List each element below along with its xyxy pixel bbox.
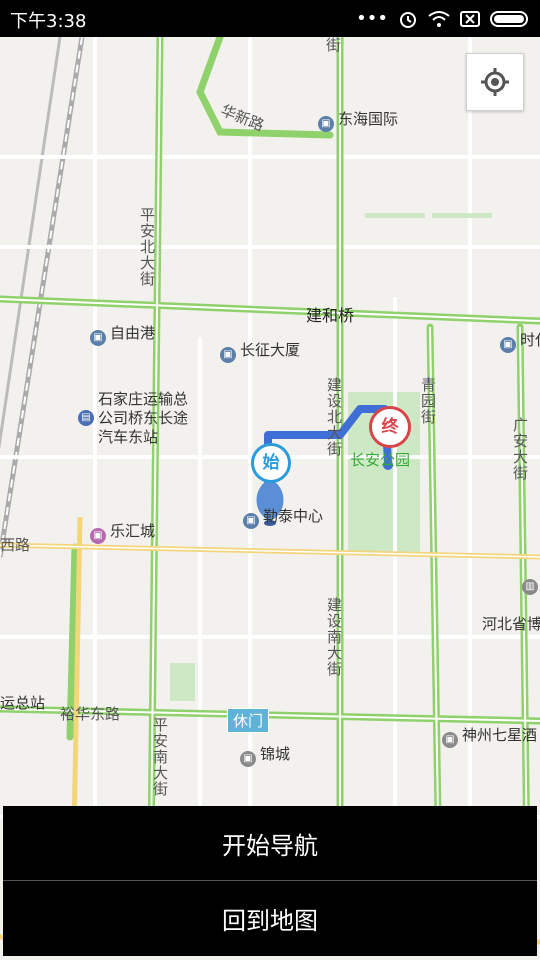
metro-station-badge[interactable]: 休门 [227,708,270,733]
poi-bus-station[interactable]: ▤ 石家庄运输总公司桥东长途汽车东站 [78,390,200,447]
building-icon: ▣ [240,751,256,767]
road-label-jianshe-north: 建设北大街 [325,377,343,457]
back-to-map-button[interactable]: 回到地图 [3,881,537,955]
locate-target-icon [481,68,509,96]
road-label-pingan-south: 平安南大街 [151,717,169,797]
poi-ziyougang[interactable]: ▣ 自由港 [90,322,155,346]
road-label-jianshe-south: 建设南大街 [325,597,343,677]
poi-hebei[interactable]: ▥ 河北省博 [482,579,540,634]
building-icon: ▣ [500,337,516,353]
road-label-qingyuan: 青园街 [419,377,437,425]
road-label-west: 西路 [0,536,31,554]
start-navigation-button[interactable]: 开始导航 [3,806,537,880]
building-icon: ▣ [220,347,236,363]
no-sim-icon [460,10,480,27]
road-label-pingan-north: 平安北大街 [138,207,156,287]
bus-icon: ▤ [78,410,94,426]
poi-changzheng[interactable]: ▣ 长征大厦 [220,339,300,363]
building-icon: ▣ [90,330,106,346]
wifi-icon [428,10,450,27]
locate-button[interactable] [466,53,524,111]
bottom-action-panel: 开始导航 回到地图 [3,806,537,956]
road-label-guangan: 广安大街 [511,417,529,481]
poi-lehui[interactable]: ▣ 乐汇城 [90,520,155,544]
status-time: 下午3:38 [10,11,87,32]
hotel-icon: ▣ [442,732,458,748]
poi-shenzhou[interactable]: ▣ 神州七星酒 [442,724,537,748]
poi-south-station[interactable]: 运总站 [0,692,45,713]
road-label-top-street: 街 [324,37,342,53]
shopping-bag-icon: ▣ [90,528,106,544]
museum-icon: ▥ [522,579,538,595]
road-label-jianhe: 建和桥 [306,306,355,325]
end-marker[interactable]: 终 [369,406,411,448]
poi-changan-park[interactable]: 长安公园 [350,449,410,470]
battery-icon [490,10,528,27]
more-dots-icon: ••• [356,8,388,29]
building-icon: ▣ [243,513,259,529]
poi-shidai[interactable]: ▣时代 [500,329,540,353]
status-bar: 下午3:38 ••• [0,0,540,37]
poi-jincheng[interactable]: ▣ 锦城 [240,743,290,767]
start-marker[interactable]: 始 [251,443,291,483]
poi-taitai[interactable]: ▣ 勒泰中心 [243,505,323,529]
building-icon: ▣ [318,116,334,132]
alarm-icon [400,11,416,28]
road-label-yuhua-east: 裕华东路 [60,705,121,723]
poi-donghai[interactable]: ▣ 东海国际 [318,108,398,132]
